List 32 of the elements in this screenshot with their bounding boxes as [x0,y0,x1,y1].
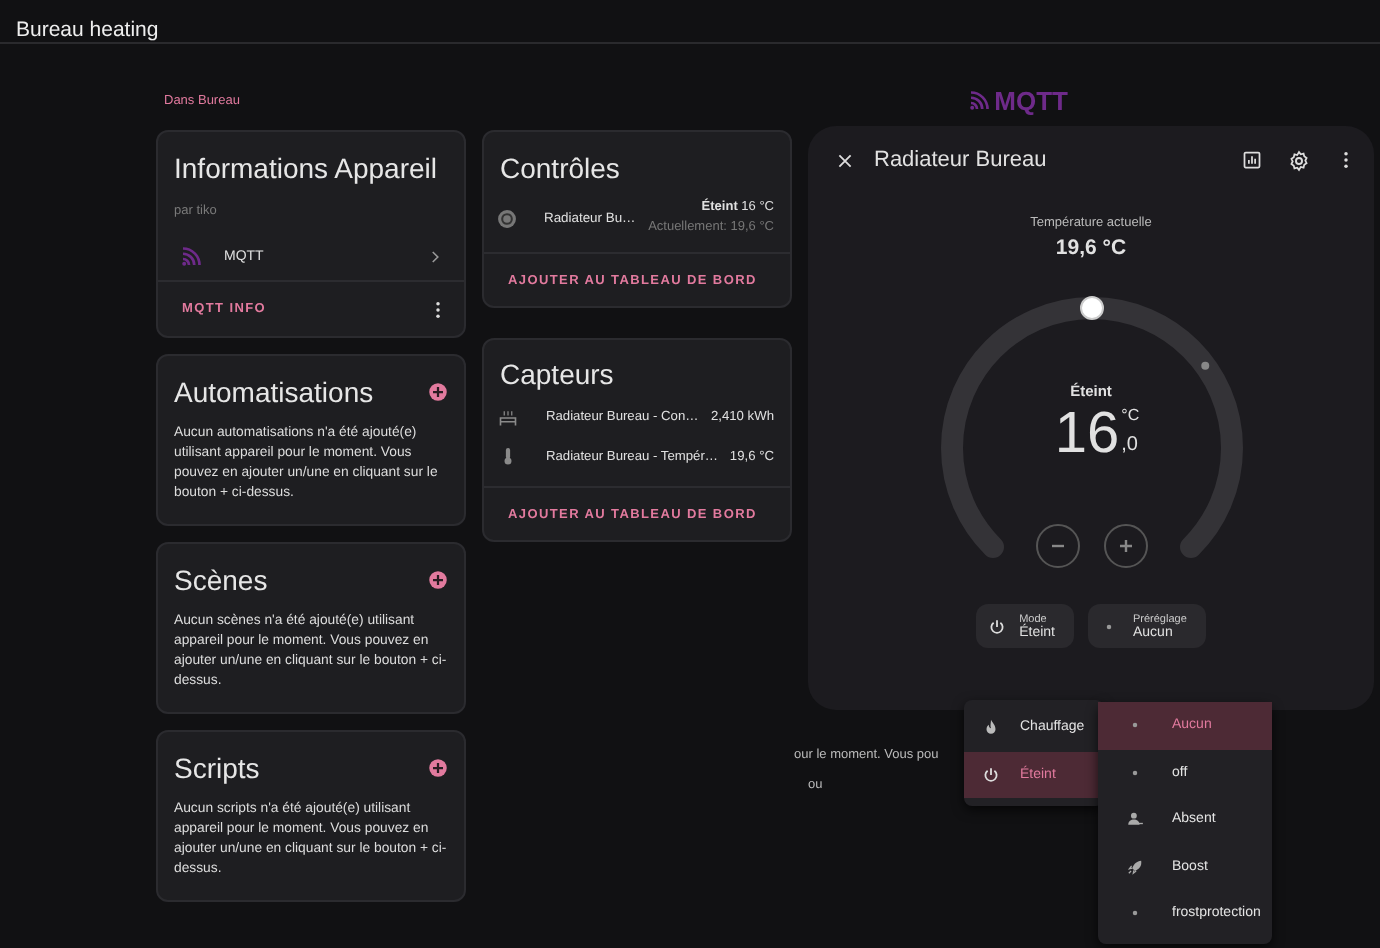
power-icon [987,617,1006,635]
signal-waves-icon [180,244,204,268]
person-icon [1126,810,1144,829]
radiator-icon [498,407,518,428]
rocket-icon [1126,857,1144,876]
current-temperature: 19,6 °C [1055,236,1127,260]
signal-waves-icon [968,88,993,112]
card-title: Automatisations [174,376,374,408]
add-icon[interactable] [428,570,448,590]
plus-icon [1117,538,1133,554]
add-icon[interactable] [428,758,448,778]
chart-icon[interactable] [1242,149,1262,169]
temperature-unit: °C [1121,406,1140,426]
close-icon[interactable] [836,151,854,169]
target-decimal: ,0 [1121,432,1140,460]
settings-icon[interactable] [1288,149,1310,171]
power-icon [982,765,1000,784]
flame-icon [982,718,1000,737]
card-title: Scripts [174,752,260,784]
card-title: Scènes [174,564,268,596]
increase-button[interactable] [1103,524,1147,568]
add-icon[interactable] [428,382,448,402]
thermostat-icon [496,207,518,229]
current-temperature-marker [1200,361,1209,370]
target-temperature: 16 [1054,406,1120,464]
card-title: Contrôles [500,152,622,184]
dialog-title: Radiateur Bureau [874,148,1049,172]
page-title: Bureau heating [16,18,159,42]
card-title: Capteurs [500,358,616,390]
brand-logo: MQTT [968,85,1068,115]
chevron-icon [426,247,444,265]
card-title: Informations Appareil [174,152,440,184]
